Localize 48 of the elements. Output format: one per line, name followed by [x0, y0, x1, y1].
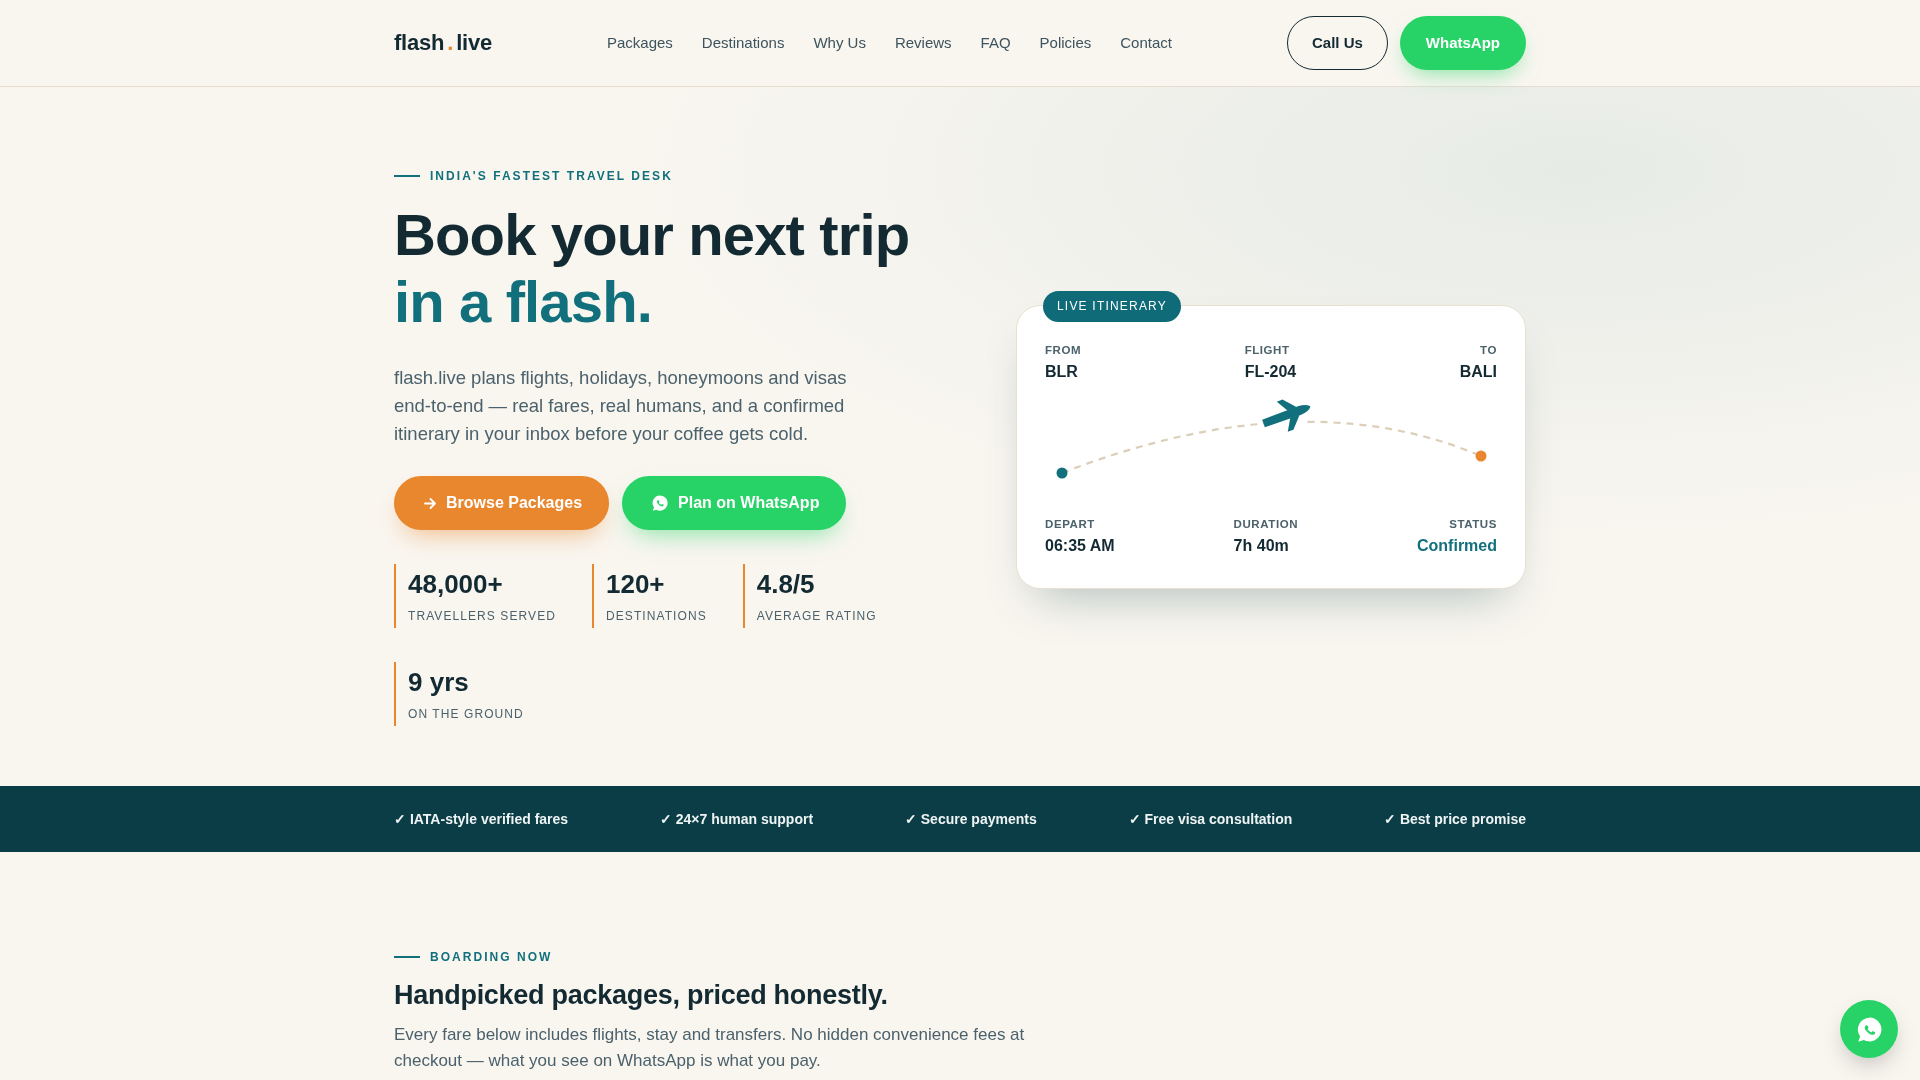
- trust-point: ✓ 24×7 human support: [659, 810, 814, 829]
- nav-link[interactable]: Destinations: [701, 33, 785, 53]
- headline-accent-text: in a flash.: [394, 268, 653, 335]
- airplane-icon: [1262, 399, 1311, 432]
- stat-value: 48,000+: [408, 568, 504, 601]
- nav-link[interactable]: Packages: [606, 33, 673, 53]
- nav-link[interactable]: Policies: [1039, 33, 1092, 53]
- arrow-right-icon: [424, 497, 436, 509]
- detail-value: BALI: [1459, 361, 1497, 382]
- stat-label: TRAVELLERS SERVED: [408, 608, 556, 625]
- nav-link[interactable]: Why Us: [813, 33, 866, 53]
- nav-link[interactable]: FAQ: [980, 33, 1011, 53]
- detail-value: FL-204: [1244, 361, 1297, 382]
- trust-point: ✓ Secure payments: [904, 810, 1037, 829]
- eyebrow-text: INDIA'S FASTEST TRAVEL DESK: [430, 168, 673, 185]
- nav-link[interactable]: Contact: [1120, 33, 1172, 53]
- hero-description: flash.live plans flights, holidays, honeymoons and visas end-to-end — real fares, real humans, and a confirmed itinerary in your inbox before your coffee gets cold.: [394, 366, 848, 446]
- detail-value: 7h 40m: [1233, 535, 1289, 556]
- trust-point: ✓ IATA-style verified fares: [394, 810, 569, 829]
- stat-value: 4.8/5: [756, 568, 816, 601]
- origin-dot-icon: [1056, 467, 1068, 478]
- trust-point: ✓ Best price promise: [1384, 810, 1526, 829]
- nav-link[interactable]: Reviews: [894, 33, 952, 53]
- detail-value: 06:35 AM: [1045, 535, 1115, 556]
- detail-label: FLIGHT: [1244, 342, 1290, 358]
- trust-point: ✓ Free visa consultation: [1128, 810, 1293, 829]
- section-description: Every fare below includes flights, stay and transfers. No hidden convenience fees at checkout — what you see on WhatsApp is what you pay.: [394, 1024, 1026, 1072]
- logo-link[interactable]: flash.live: [394, 29, 492, 57]
- detail-label: STATUS: [1449, 516, 1497, 532]
- detail-label: FROM: [1045, 342, 1082, 358]
- live-itinerary-badge: LIVE ITINERARY: [1043, 290, 1181, 322]
- eyebrow-text: BOARDING NOW: [430, 949, 553, 966]
- stat-label: AVERAGE RATING: [756, 608, 877, 625]
- detail-label: DURATION: [1233, 516, 1299, 532]
- detail-value: BLR: [1045, 361, 1078, 382]
- chat-phone-icon: [652, 495, 669, 511]
- section-heading: Handpicked packages, priced honestly.: [394, 979, 889, 1012]
- stat-label: DESTINATIONS: [605, 608, 707, 625]
- detail-label: TO: [1480, 342, 1497, 358]
- stat-label: ON THE GROUND: [408, 706, 524, 723]
- headline-text: Book your next trip: [394, 201, 911, 268]
- status-value: Confirmed: [1417, 535, 1497, 556]
- detail-label: DEPART: [1045, 516, 1095, 532]
- chat-phone-icon: [1856, 1016, 1882, 1042]
- stat-value: 120+: [605, 568, 666, 601]
- stat-value: 9 yrs: [408, 666, 470, 699]
- destination-dot-icon: [1475, 450, 1487, 461]
- chat-floating-button[interactable]: [1840, 1000, 1898, 1058]
